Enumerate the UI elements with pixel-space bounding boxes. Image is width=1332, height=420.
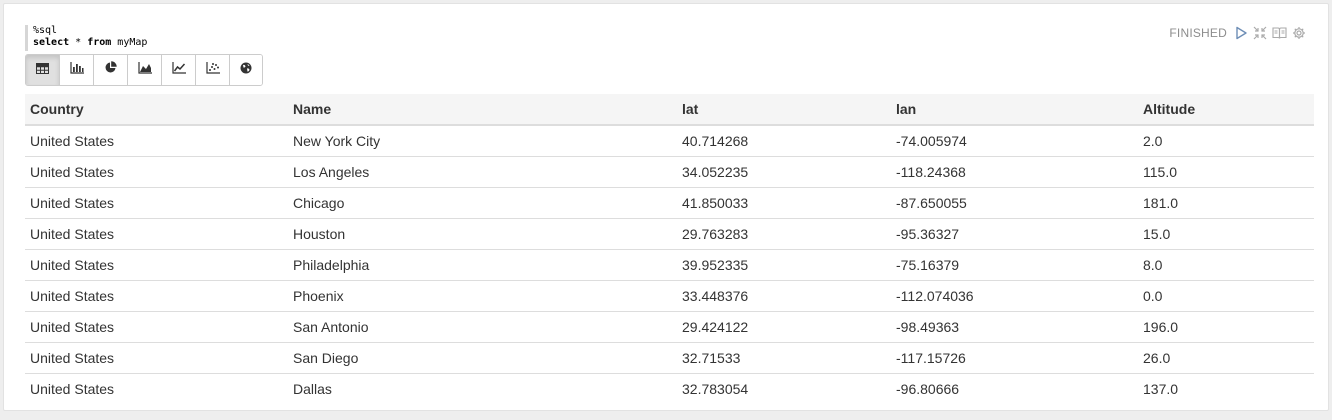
cell-lat: 40.714268 [677, 125, 891, 157]
cell-name: Chicago [288, 187, 677, 219]
area-chart-icon [137, 61, 152, 79]
result-table-container: Country Name lat lan Altitude United Sta… [25, 94, 1314, 404]
cell-country: United States [25, 156, 288, 188]
table-row: United States San Diego 32.71533 -117.15… [25, 342, 1314, 374]
query-line: select * from myMap [33, 37, 147, 49]
cell-country: United States [25, 311, 288, 343]
column-header-lan[interactable]: lan [891, 94, 1138, 126]
pie-chart-icon [104, 61, 117, 79]
column-header-name[interactable]: Name [288, 94, 677, 126]
keyword-select: select [33, 37, 70, 48]
cell-name: New York City [288, 125, 677, 157]
table-row: United States Houston 29.763283 -95.3632… [25, 218, 1314, 250]
cell-country: United States [25, 342, 288, 374]
table-row: United States New York City 40.714268 -7… [25, 125, 1314, 157]
bar-chart-icon [69, 61, 84, 79]
cell-altitude: 115.0 [1138, 156, 1314, 188]
cell-lat: 29.763283 [677, 218, 891, 250]
cell-altitude: 0.0 [1138, 280, 1314, 312]
cell-lan: -74.005974 [891, 125, 1138, 157]
cell-country: United States [25, 125, 288, 157]
status-text: FINISHED [1169, 26, 1227, 40]
cell-name: San Antonio [288, 311, 677, 343]
cell-lan: -118.24368 [891, 156, 1138, 188]
cell-country: United States [30, 380, 115, 397]
cell-altitude: 26.0 [1138, 342, 1314, 374]
cell-name: Philadelphia [288, 249, 677, 281]
cell-lan: -117.15726 [891, 342, 1138, 374]
cell-lan: -95.36327 [891, 218, 1138, 250]
column-header-altitude[interactable]: Altitude [1138, 94, 1314, 126]
cell-altitude: 2.0 [1138, 125, 1314, 157]
cell-altitude: 137.0 [1143, 380, 1179, 397]
cell-lat: 29.424122 [677, 311, 891, 343]
cell-country: United States [25, 218, 288, 250]
cell-name: Houston [288, 218, 677, 250]
cell-lan: -75.16379 [891, 249, 1138, 281]
query-table-name: myMap [111, 37, 148, 48]
table-row: United States Los Angeles 34.052235 -118… [25, 156, 1314, 188]
cell-altitude: 181.0 [1138, 187, 1314, 219]
cell-lat: 33.448376 [677, 280, 891, 312]
paragraph-status-bar: FINISHED [1169, 25, 1306, 41]
cell-altitude: 196.0 [1138, 311, 1314, 343]
cell-country: United States [25, 280, 288, 312]
pie-chart-button[interactable] [94, 55, 128, 85]
bar-chart-button[interactable] [60, 55, 94, 85]
cell-lat: 32.783054 [682, 380, 749, 397]
cell-name: Dallas [293, 380, 332, 397]
cell-altitude: 15.0 [1138, 218, 1314, 250]
result-table: Country Name lat lan Altitude United Sta… [25, 94, 1314, 404]
cell-lat: 34.052235 [677, 156, 891, 188]
cell-altitude: 8.0 [1138, 249, 1314, 281]
book-icon[interactable] [1272, 26, 1287, 40]
cell-name: San Diego [288, 342, 677, 374]
column-header-country[interactable]: Country [25, 94, 288, 126]
cell-lat: 32.71533 [677, 342, 891, 374]
scatter-chart-icon [205, 61, 220, 79]
table-row: United States Phoenix 33.448376 -112.074… [25, 280, 1314, 312]
cell-country: United States [25, 249, 288, 281]
area-chart-button[interactable] [128, 55, 162, 85]
table-view-button[interactable] [26, 55, 60, 85]
globe-icon [240, 61, 252, 79]
cell-lat: 41.850033 [677, 187, 891, 219]
table-row: United States Philadelphia 39.952335 -75… [25, 249, 1314, 281]
cell-name: Phoenix [288, 280, 677, 312]
keyword-from: from [87, 37, 112, 48]
table-row: United States Chicago 41.850033 -87.6500… [25, 187, 1314, 219]
cell-name: Los Angeles [288, 156, 677, 188]
table-header-row: Country Name lat lan Altitude [25, 94, 1314, 126]
table-icon [36, 61, 49, 79]
query-star: * [69, 37, 88, 48]
cell-lat: 39.952335 [677, 249, 891, 281]
visualization-toolbar [25, 54, 263, 86]
run-icon[interactable] [1234, 26, 1248, 40]
notebook-paragraph: %sql select * from myMap FINISHED Countr… [3, 3, 1329, 411]
table-row: United States San Antonio 29.424122 -98.… [25, 311, 1314, 343]
cell-lan: -96.80666 [896, 380, 960, 397]
table-row: United States Dallas 32.783054 -96.80666… [25, 373, 1314, 404]
line-chart-icon [171, 61, 186, 79]
cell-lan: -87.650055 [891, 187, 1138, 219]
scatter-chart-button[interactable] [196, 55, 230, 85]
gear-icon[interactable] [1292, 26, 1306, 40]
interpreter-directive: %sql [33, 25, 58, 36]
column-header-lat[interactable]: lat [677, 94, 891, 126]
cell-lan: -98.49363 [891, 311, 1138, 343]
cell-lan: -112.074036 [891, 280, 1138, 312]
line-chart-button[interactable] [162, 55, 196, 85]
code-editor[interactable]: %sql select * from myMap [25, 25, 147, 51]
cell-country: United States [25, 187, 288, 219]
collapse-icon[interactable] [1253, 26, 1267, 40]
map-view-button[interactable] [230, 55, 262, 85]
